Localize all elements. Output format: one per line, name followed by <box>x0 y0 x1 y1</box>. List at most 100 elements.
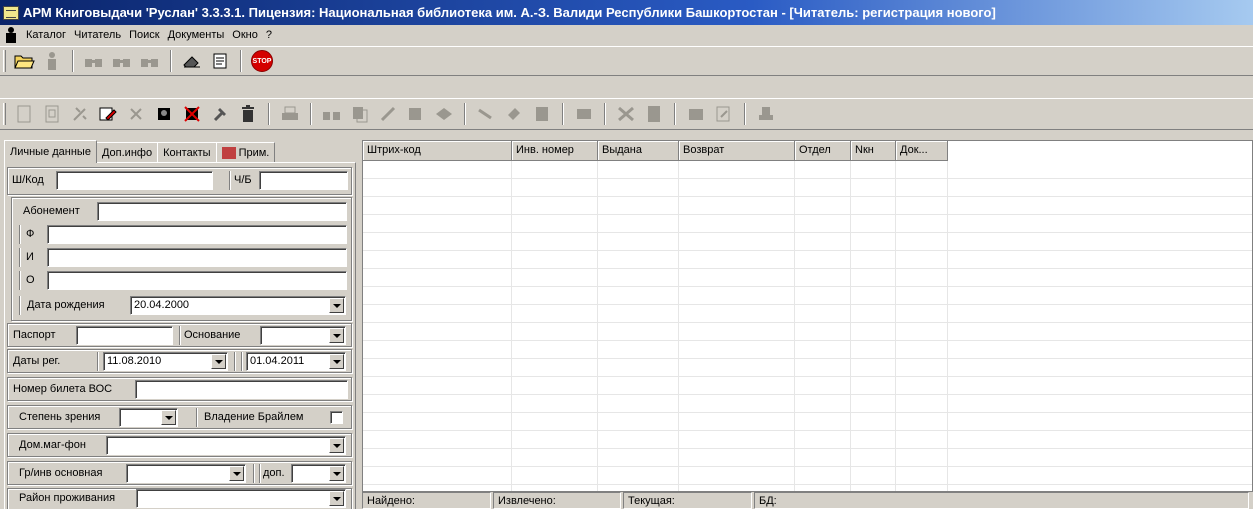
chevron-down-icon[interactable] <box>161 410 176 425</box>
toolbar-grip[interactable] <box>3 103 6 125</box>
card-icon[interactable] <box>571 102 597 126</box>
vos-input[interactable] <box>135 380 348 399</box>
vision-combo[interactable] <box>119 408 178 427</box>
toolbar-grip[interactable] <box>3 50 6 72</box>
barcode-input[interactable] <box>56 171 213 190</box>
copy-doc-icon[interactable] <box>347 102 373 126</box>
col-doc[interactable]: Док... <box>896 141 948 161</box>
tab-contacts[interactable]: Контакты <box>157 142 217 163</box>
table-row[interactable] <box>363 413 1252 431</box>
eraser-icon[interactable] <box>179 49 205 73</box>
menu-reader[interactable]: Читатель <box>70 29 125 41</box>
hammer-icon[interactable] <box>207 102 233 126</box>
bookmark-icon[interactable] <box>473 102 499 126</box>
return-doc-icon[interactable] <box>403 102 429 126</box>
reg-from-combo[interactable]: 11.08.2010 <box>103 352 228 371</box>
tag-icon[interactable] <box>501 102 527 126</box>
patronymic-input[interactable] <box>47 271 347 290</box>
table-row[interactable] <box>363 467 1252 485</box>
mdi-child-icon[interactable] <box>4 27 18 43</box>
list-icon[interactable] <box>529 102 555 126</box>
col-department[interactable]: Отдел <box>795 141 851 161</box>
stop-icon[interactable]: STOP <box>249 49 275 73</box>
chevron-down-icon[interactable] <box>329 438 344 453</box>
chevron-down-icon[interactable] <box>229 466 244 481</box>
table-row[interactable] <box>363 251 1252 269</box>
col-nkn[interactable]: Nкн <box>851 141 896 161</box>
phone-combo[interactable] <box>106 436 346 455</box>
table-row[interactable] <box>363 305 1252 323</box>
menu-window[interactable]: Окно <box>228 29 262 41</box>
basis-combo[interactable] <box>260 326 346 345</box>
search-doc-icon[interactable] <box>319 102 345 126</box>
table-row[interactable] <box>363 341 1252 359</box>
chevron-down-icon[interactable] <box>329 491 344 506</box>
document-icon[interactable] <box>39 102 65 126</box>
binoculars-icon[interactable] <box>81 49 107 73</box>
new-document-icon[interactable] <box>11 102 37 126</box>
tab-extra-info[interactable]: Доп.инфо <box>95 142 159 163</box>
col-inv-number[interactable]: Инв. номер <box>512 141 598 161</box>
table-row[interactable] <box>363 359 1252 377</box>
table-row[interactable] <box>363 233 1252 251</box>
chevron-down-icon[interactable] <box>329 298 344 313</box>
district-combo[interactable] <box>136 489 346 508</box>
binoculars-next-icon[interactable] <box>109 49 135 73</box>
table-row[interactable] <box>363 215 1252 233</box>
stamp-icon[interactable] <box>753 102 779 126</box>
catalog-icon[interactable] <box>683 102 709 126</box>
status-db: БД: <box>754 492 1249 509</box>
col-barcode[interactable]: Штрих-код <box>363 141 512 161</box>
binoculars-query-icon[interactable] <box>137 49 163 73</box>
menu-catalog[interactable]: Каталог <box>22 29 70 41</box>
braille-checkbox[interactable] <box>330 411 343 424</box>
reader-icon[interactable] <box>39 49 65 73</box>
birthdate-combo[interactable]: 20.04.2000 <box>130 296 346 315</box>
chevron-down-icon[interactable] <box>211 354 226 369</box>
extra-group-combo[interactable] <box>291 464 346 483</box>
block-reader-icon[interactable] <box>179 102 205 126</box>
reader-card-icon[interactable] <box>151 102 177 126</box>
surname-input[interactable] <box>47 225 347 244</box>
reg-to-combo[interactable]: 01.04.2011 <box>246 352 346 371</box>
table-row[interactable] <box>363 449 1252 467</box>
menu-search[interactable]: Поиск <box>125 29 163 41</box>
open-folder-icon[interactable] <box>11 49 37 73</box>
firstname-input[interactable] <box>47 248 347 267</box>
tools-icon[interactable] <box>67 102 93 126</box>
delete-record-icon[interactable] <box>123 102 149 126</box>
issued-documents-grid[interactable]: Штрих-код Инв. номер Выдана Возврат Отде… <box>362 140 1253 492</box>
chevron-down-icon[interactable] <box>329 354 344 369</box>
print-icon[interactable] <box>277 102 303 126</box>
table-row[interactable] <box>363 395 1252 413</box>
cancel-issue-icon[interactable] <box>613 102 639 126</box>
edit-icon[interactable] <box>711 102 737 126</box>
table-row[interactable] <box>363 287 1252 305</box>
passport-input[interactable] <box>76 326 173 345</box>
issue-doc-icon[interactable] <box>375 102 401 126</box>
trash-icon[interactable] <box>235 102 261 126</box>
table-row[interactable] <box>363 197 1252 215</box>
calculator-icon[interactable] <box>641 102 667 126</box>
table-row[interactable] <box>363 323 1252 341</box>
abonement-input[interactable] <box>97 202 347 221</box>
col-issued[interactable]: Выдана <box>598 141 679 161</box>
toolbar-separator <box>604 103 606 125</box>
table-row[interactable] <box>363 179 1252 197</box>
tab-notes[interactable]: Прим. <box>215 142 276 163</box>
menu-help[interactable]: ? <box>262 29 276 41</box>
group-combo[interactable] <box>126 464 246 483</box>
table-row[interactable] <box>363 161 1252 179</box>
book-icon[interactable] <box>431 102 457 126</box>
document-print-icon[interactable] <box>207 49 233 73</box>
chevron-down-icon[interactable] <box>329 328 344 343</box>
table-row[interactable] <box>363 377 1252 395</box>
table-row[interactable] <box>363 431 1252 449</box>
table-row[interactable] <box>363 269 1252 287</box>
col-return[interactable]: Возврат <box>679 141 795 161</box>
menu-documents[interactable]: Документы <box>164 29 229 41</box>
tab-personal-data[interactable]: Личные данные <box>4 140 97 163</box>
ticket-input[interactable] <box>259 171 348 190</box>
edit-record-icon[interactable] <box>95 102 121 126</box>
chevron-down-icon[interactable] <box>329 466 344 481</box>
